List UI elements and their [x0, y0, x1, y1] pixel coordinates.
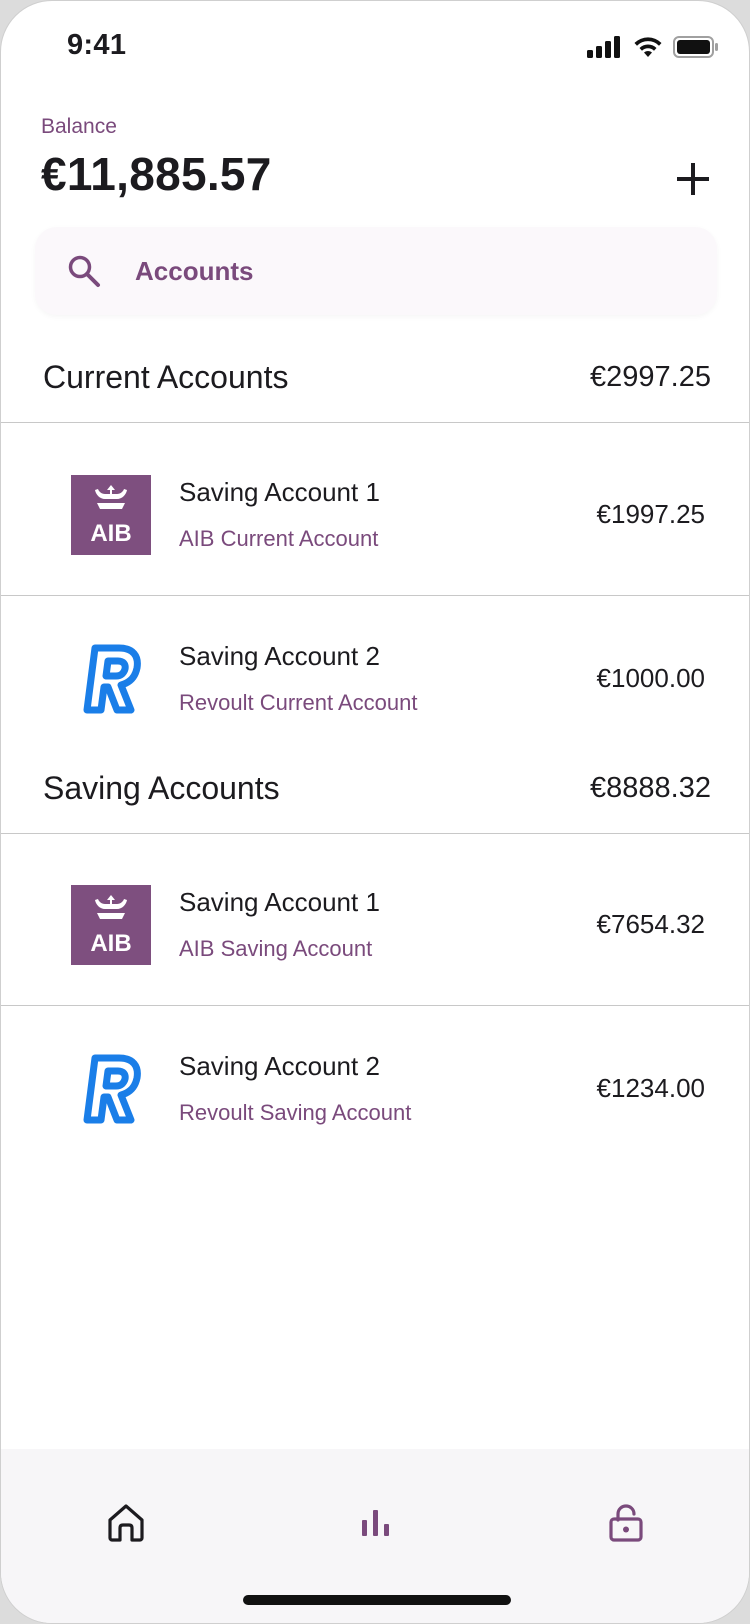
section-header-current-accounts: Current Accounts €2997.25 — [1, 333, 749, 423]
cellular-signal-icon — [587, 36, 620, 58]
search-input[interactable]: Accounts — [135, 256, 253, 287]
search-bar[interactable]: Accounts — [35, 227, 717, 315]
account-name: Saving Account 1 — [179, 887, 380, 917]
home-indicator — [243, 1595, 511, 1605]
account-amount: €1997.25 — [596, 499, 705, 529]
section-title: Saving Accounts — [43, 770, 280, 806]
section-total: €8888.32 — [590, 772, 711, 804]
account-row[interactable]: Saving Account 2 Revoult Saving Account … — [1, 1007, 749, 1169]
nav-home[interactable] — [91, 1487, 161, 1557]
lock-icon — [609, 1504, 643, 1542]
account-subtitle: AIB Saving Account — [179, 936, 373, 961]
account-amount: €7654.32 — [596, 909, 705, 939]
balance-amount: €11,885.57 — [41, 148, 272, 200]
status-icons — [587, 33, 719, 61]
nav-lock[interactable] — [591, 1487, 661, 1557]
nav-stats[interactable] — [341, 1487, 411, 1557]
account-row[interactable]: Saving Account 2 Revoult Current Account… — [1, 597, 749, 759]
phone-screen: 9:41 Balance €11,885.57 Accounts Current… — [0, 0, 750, 1624]
battery-icon — [673, 36, 718, 58]
aib-logo-text: AIB — [90, 520, 131, 547]
revolut-logo-icon — [71, 1048, 151, 1128]
account-subtitle: Revoult Saving Account — [179, 1099, 412, 1125]
account-amount: €1000.00 — [596, 662, 705, 693]
bar-chart-icon — [362, 1510, 389, 1536]
section-title: Current Accounts — [43, 359, 289, 395]
add-account-button[interactable] — [667, 153, 719, 205]
aib-logo-text: AIB — [90, 930, 131, 957]
wifi-icon — [634, 37, 662, 57]
account-row[interactable]: AIB Saving Account 1 AIB Current Account… — [1, 434, 749, 596]
revolut-logo-icon — [71, 638, 151, 718]
account-subtitle: AIB Current Account — [179, 526, 379, 551]
account-name: Saving Account 2 — [179, 640, 380, 671]
account-row[interactable]: AIB Saving Account 1 AIB Saving Account … — [1, 844, 749, 1006]
account-name: Saving Account 1 — [179, 477, 380, 507]
section-total: €2997.25 — [590, 361, 711, 393]
aib-logo-icon: AIB — [71, 884, 151, 965]
plus-icon — [677, 163, 709, 195]
search-icon — [67, 251, 107, 291]
section-header-saving-accounts: Saving Accounts €8888.32 — [1, 744, 749, 834]
balance-label: Balance — [41, 115, 117, 138]
status-time: 9:41 — [67, 29, 127, 61]
aib-logo-icon: AIB — [71, 474, 151, 555]
account-name: Saving Account 2 — [179, 1050, 380, 1081]
account-amount: €1234.00 — [596, 1072, 705, 1103]
home-icon — [108, 1504, 144, 1542]
account-subtitle: Revoult Current Account — [179, 689, 418, 715]
